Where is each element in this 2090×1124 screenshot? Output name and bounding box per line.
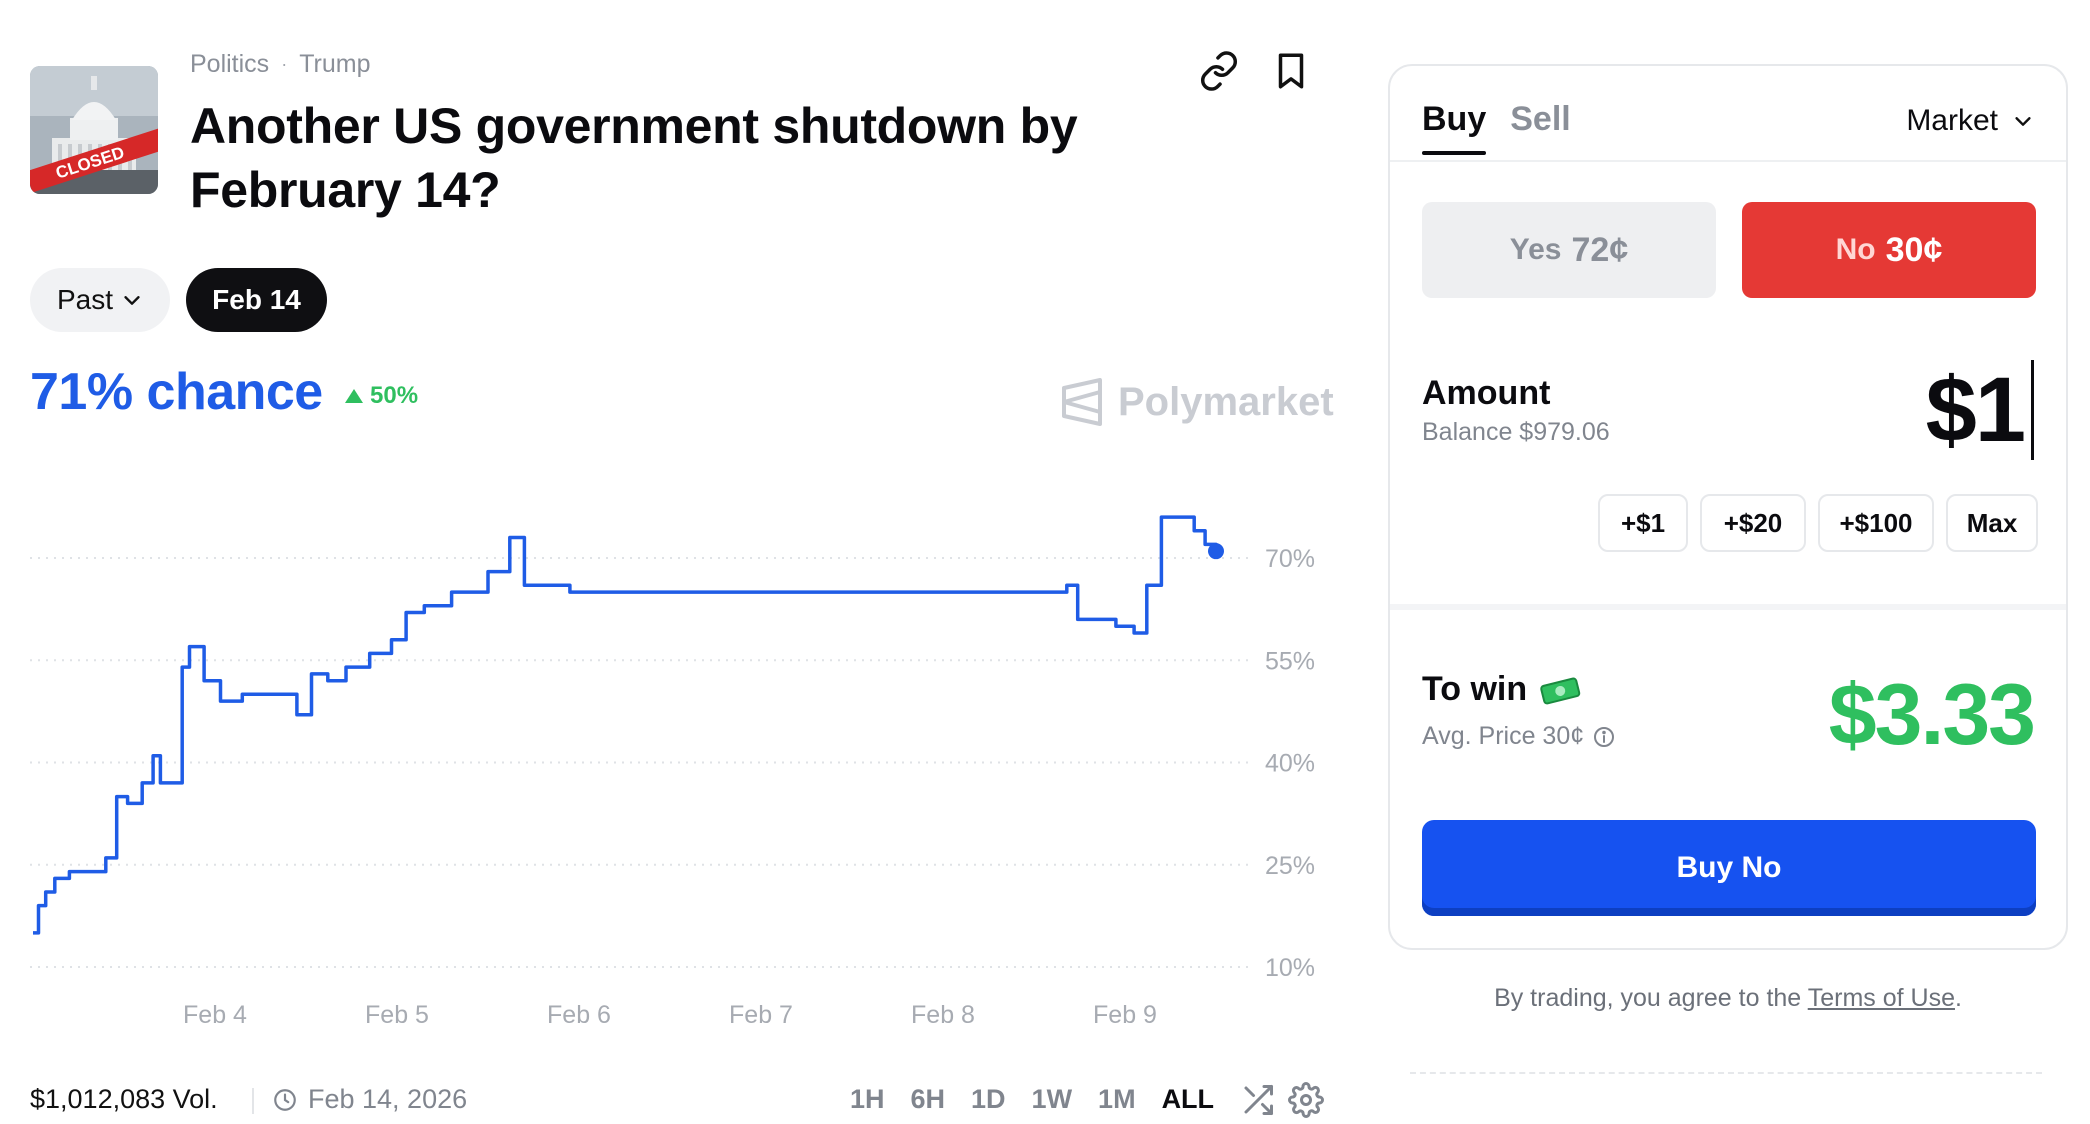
order-type-label: Market <box>1906 104 1998 137</box>
amount-label: Amount <box>1422 374 1551 412</box>
buy-no-button[interactable]: Buy No <box>1422 820 2036 916</box>
dashed-divider <box>1410 1072 2042 1074</box>
x-tick-label: Feb 6 <box>547 1001 611 1029</box>
avg-price-text: Avg. Price 30¢ <box>1422 722 1585 750</box>
capitol-image: CLOSED <box>30 66 158 194</box>
trade-panel: Buy Sell Market Yes 72¢ No 30¢ Amount Ba… <box>1388 64 2068 950</box>
terms-of-use-link[interactable]: Terms of Use <box>1808 984 1955 1012</box>
x-tick-label: Feb 7 <box>729 1001 793 1029</box>
x-tick-label: Feb 5 <box>365 1001 429 1029</box>
no-price: 30¢ <box>1885 230 1943 269</box>
range-1d[interactable]: 1D <box>971 1084 1006 1115</box>
series-endpoint <box>1208 543 1224 560</box>
chance-value: 71% chance <box>30 363 323 421</box>
end-date: Feb 14, 2026 <box>272 1084 467 1115</box>
to-win-label: To win <box>1422 670 1581 709</box>
market-title: Another US government shutdown by Februa… <box>190 98 1078 218</box>
info-icon[interactable] <box>1592 725 1616 749</box>
range-1w[interactable]: 1W <box>1032 1084 1073 1115</box>
chevron-down-icon <box>124 296 140 305</box>
end-date-text: Feb 14, 2026 <box>308 1084 468 1114</box>
text-caret <box>2031 360 2034 460</box>
breadcrumb-trump[interactable]: Trump <box>299 50 370 79</box>
quick-add-100-button[interactable]: +$100 <box>1818 494 1934 552</box>
shuffle-icon[interactable] <box>1240 1082 1276 1118</box>
past-label: Past <box>56 284 114 315</box>
range-selector: 1H 6H 1D 1W 1M ALL <box>850 1084 1214 1115</box>
range-1h[interactable]: 1H <box>850 1084 885 1115</box>
y-tick-label: 70% <box>1265 545 1315 573</box>
balance-text: Balance $979.06 <box>1422 418 1610 446</box>
no-label: No <box>1835 233 1876 266</box>
date-chip-feb-14[interactable]: Feb 14 <box>186 268 327 332</box>
avg-price: Avg. Price 30¢ <box>1422 722 1616 751</box>
volume-text: $1,012,083 Vol. <box>30 1084 218 1114</box>
terms-text: By trading, you agree to the <box>1494 984 1802 1012</box>
y-tick-label: 10% <box>1265 954 1315 982</box>
money-icon <box>1540 677 1581 704</box>
watermark-text: Polymarket <box>1118 379 1334 424</box>
tab-buy[interactable]: Buy <box>1422 100 1487 155</box>
triangle-up-icon <box>345 389 363 403</box>
breadcrumb-separator: · <box>281 54 288 74</box>
terms-end: . <box>1954 984 1962 1012</box>
change-percent: 50% <box>370 382 419 409</box>
range-all[interactable]: ALL <box>1162 1084 1214 1115</box>
link-icon[interactable] <box>1198 50 1240 92</box>
past-dates-dropdown[interactable]: Past <box>30 268 170 332</box>
tab-sell[interactable]: Sell <box>1510 100 1570 155</box>
amount-input[interactable]: $1 <box>1926 358 2026 463</box>
to-win-value: $3.33 <box>1828 667 2036 763</box>
series-line <box>33 515 1218 935</box>
y-tick-label: 40% <box>1265 750 1315 778</box>
polymarket-watermark: Polymarket <box>1060 378 1334 426</box>
quick-add-1-button[interactable]: +$1 <box>1598 494 1688 552</box>
trade-tabs: Buy Sell <box>1422 100 1571 155</box>
yes-price: 72¢ <box>1571 230 1629 269</box>
probability-chart: 70% 55% 40% 25% 10% Feb 4 Feb 5 Feb 6 Feb 7 Feb 8… <box>30 515 1315 1029</box>
yes-label: Yes <box>1509 233 1562 266</box>
terms-notice: By trading, you agree to the Terms of Us… <box>1388 984 2068 1013</box>
quick-add-20-button[interactable]: +$20 <box>1700 494 1806 552</box>
x-tick-label: Feb 8 <box>911 1001 975 1029</box>
outcome-no-button[interactable]: No 30¢ <box>1742 202 2036 298</box>
breadcrumb: Politics · Trump <box>190 50 371 79</box>
range-6h[interactable]: 6H <box>911 1084 946 1115</box>
footer-divider <box>252 1088 254 1114</box>
outcome-yes-button[interactable]: Yes 72¢ <box>1422 202 1716 298</box>
x-tick-label: Feb 4 <box>183 1001 247 1029</box>
chart-footer: $1,012,083 Vol. Feb 14, 2026 1H 6H 1D 1W… <box>30 1080 1330 1120</box>
clock-icon <box>274 1088 296 1111</box>
market-thumbnail: CLOSED <box>30 66 158 194</box>
gear-icon[interactable] <box>1288 1082 1324 1118</box>
max-button[interactable]: Max <box>1946 494 2038 552</box>
range-1m[interactable]: 1M <box>1098 1084 1136 1115</box>
chevron-down-icon <box>2015 117 2031 126</box>
to-win-text: To win <box>1422 670 1528 708</box>
tabs-divider <box>1390 160 2066 162</box>
y-tick-label: 55% <box>1265 647 1315 675</box>
polymarket-logo-icon <box>1062 378 1102 426</box>
breadcrumb-politics[interactable]: Politics <box>190 50 269 79</box>
bookmark-icon[interactable] <box>1270 50 1312 92</box>
order-type-dropdown[interactable]: Market <box>1906 104 2034 138</box>
y-tick-label: 25% <box>1265 852 1315 880</box>
x-tick-label: Feb 9 <box>1093 1001 1157 1029</box>
section-divider <box>1390 604 2066 610</box>
chance-change: 50% <box>344 382 418 410</box>
